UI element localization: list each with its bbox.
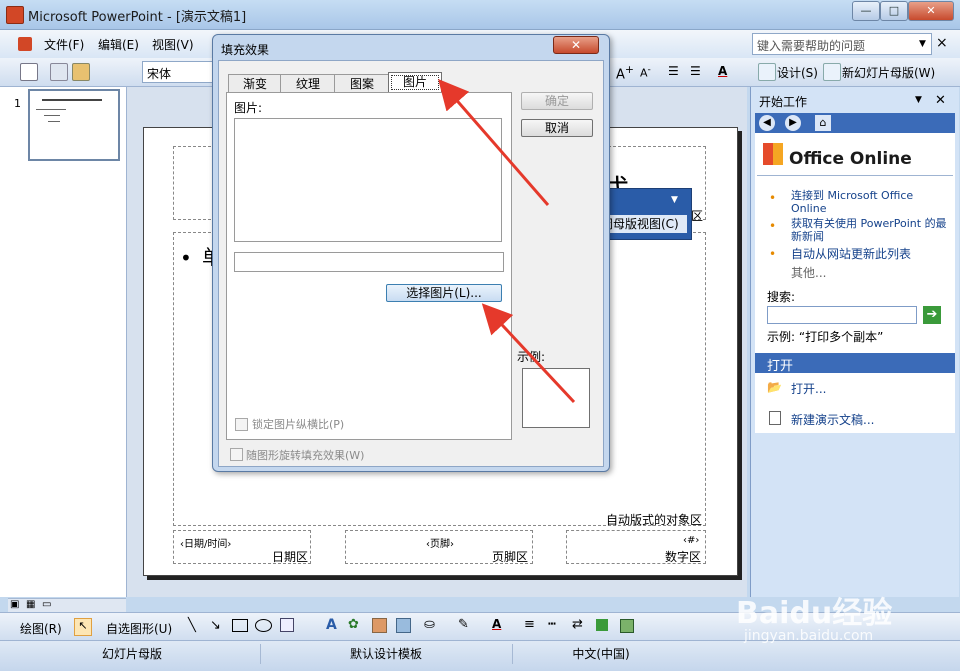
line-color-icon[interactable]: ✎ <box>458 617 469 632</box>
arrow-style-icon[interactable]: ⇄ <box>572 617 583 632</box>
status-template: 默认设计模板 <box>260 644 511 664</box>
diagram-icon[interactable]: ✿ <box>348 617 359 632</box>
select-pointer-icon[interactable]: ↖ <box>74 618 92 636</box>
3d-icon[interactable] <box>620 619 634 633</box>
status-language: 中文(中国) <box>512 644 689 664</box>
shadow-icon[interactable] <box>596 619 608 631</box>
textbox-icon[interactable] <box>280 618 294 632</box>
annotation-arrows <box>438 78 576 404</box>
status-view-mode: 幻灯片母版 <box>101 647 162 661</box>
font-color-icon[interactable]: A <box>492 617 501 631</box>
autoshapes-menu[interactable]: 自选图形(U) <box>106 620 172 637</box>
draw-menu[interactable]: 绘图(R) <box>20 620 62 637</box>
baidu-watermark: Baidu经验 <box>736 596 893 631</box>
dash-style-icon[interactable]: ┅ <box>548 617 556 632</box>
arrow-to-select-picture <box>481 303 576 404</box>
arrow-to-picture-tab <box>438 78 550 206</box>
clipart-icon[interactable] <box>372 618 387 633</box>
line-style-icon[interactable]: ≡ <box>524 617 535 632</box>
rectangle-icon[interactable] <box>232 619 248 632</box>
picture-icon[interactable] <box>396 618 411 633</box>
arrow-icon[interactable]: ↘ <box>210 618 221 633</box>
line-icon[interactable]: ╲ <box>188 618 196 633</box>
watermark-url: jingyan.baidu.com <box>744 628 874 644</box>
oval-icon[interactable] <box>255 619 272 632</box>
wordart-icon[interactable]: A <box>326 617 337 633</box>
fill-color-icon[interactable]: ⛀ <box>424 617 435 632</box>
